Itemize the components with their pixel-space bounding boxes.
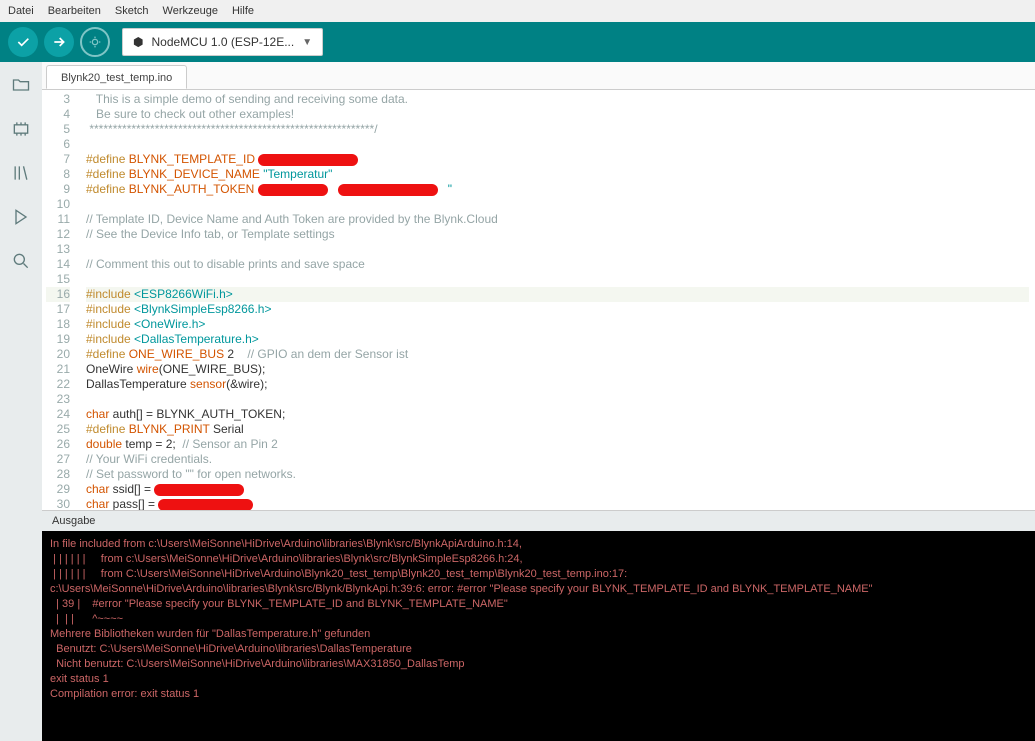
console-line: Compilation error: exit status 1 [50, 687, 1027, 702]
code-line[interactable]: #define BLYNK_PRINT Serial [86, 422, 1029, 437]
menu-sketch[interactable]: Sketch [115, 5, 149, 17]
usb-icon: ⬢ [133, 35, 143, 49]
code-line[interactable]: OneWire wire(ONE_WIRE_BUS); [86, 362, 1029, 377]
code-line[interactable] [86, 197, 1029, 212]
code-line[interactable]: This is a simple demo of sending and rec… [86, 92, 1029, 107]
code-line[interactable]: #include <DallasTemperature.h> [86, 332, 1029, 347]
menubar: Datei Bearbeiten Sketch Werkzeuge Hilfe [0, 0, 1035, 22]
chevron-down-icon: ▼ [302, 37, 312, 48]
verify-button[interactable] [8, 27, 38, 57]
folder-icon[interactable] [10, 74, 32, 96]
board-name: NodeMCU 1.0 (ESP-12E... [151, 35, 294, 49]
search-icon[interactable] [10, 250, 32, 272]
code-line[interactable]: DallasTemperature sensor(&wire); [86, 377, 1029, 392]
board-manager-icon[interactable] [10, 118, 32, 140]
menu-datei[interactable]: Datei [8, 5, 34, 17]
console-line: | 39 | #error "Please specify your BLYNK… [50, 597, 1027, 612]
code-line[interactable]: char pass[] = [86, 497, 1029, 510]
menu-werkzeuge[interactable]: Werkzeuge [163, 5, 218, 17]
console-line: Nicht benutzt: C:\Users\MeiSonne\HiDrive… [50, 657, 1027, 672]
code-line[interactable]: char auth[] = BLYNK_AUTH_TOKEN; [86, 407, 1029, 422]
code-line[interactable] [86, 392, 1029, 407]
menu-bearbeiten[interactable]: Bearbeiten [48, 5, 101, 17]
code-line[interactable]: // Set password to "" for open networks. [86, 467, 1029, 482]
debug-icon[interactable] [10, 206, 32, 228]
code-editor[interactable]: 3456789101112131415161718192021222324252… [42, 90, 1035, 510]
console-line: | | | | | | from c:\Users\MeiSonne\HiDri… [50, 552, 1027, 567]
console-line: c:\Users\MeiSonne\HiDrive\Arduino\librar… [50, 582, 1027, 597]
console-line: Benutzt: C:\Users\MeiSonne\HiDrive\Ardui… [50, 642, 1027, 657]
console-line: | | | | | | from C:\Users\MeiSonne\HiDri… [50, 567, 1027, 582]
code-line[interactable]: ****************************************… [86, 122, 1029, 137]
code-line[interactable]: // Your WiFi credentials. [86, 452, 1029, 467]
output-label: Ausgabe [42, 510, 1035, 531]
menu-hilfe[interactable]: Hilfe [232, 5, 254, 17]
code-line[interactable]: #define ONE_WIRE_BUS 2 // GPIO an dem de… [86, 347, 1029, 362]
code-line[interactable]: #include <ESP8266WiFi.h> [86, 287, 1029, 302]
upload-button[interactable] [44, 27, 74, 57]
console-line: Mehrere Bibliotheken wurden für "DallasT… [50, 627, 1027, 642]
debug-button[interactable] [80, 27, 110, 57]
code-line[interactable] [86, 242, 1029, 257]
code-line[interactable] [86, 137, 1029, 152]
code-line[interactable]: #include <OneWire.h> [86, 317, 1029, 332]
code-line[interactable] [86, 272, 1029, 287]
code-line[interactable]: char ssid[] = [86, 482, 1029, 497]
console-line: exit status 1 [50, 672, 1027, 687]
library-icon[interactable] [10, 162, 32, 184]
board-selector[interactable]: ⬢ NodeMCU 1.0 (ESP-12E... ▼ [122, 28, 323, 56]
tab-file[interactable]: Blynk20_test_temp.ino [46, 65, 187, 89]
toolbar: ⬢ NodeMCU 1.0 (ESP-12E... ▼ [0, 22, 1035, 62]
sidebar [0, 62, 42, 741]
code-line[interactable]: // Comment this out to disable prints an… [86, 257, 1029, 272]
output-console[interactable]: In file included from c:\Users\MeiSonne\… [42, 531, 1035, 741]
console-line: In file included from c:\Users\MeiSonne\… [50, 537, 1027, 552]
tab-bar: Blynk20_test_temp.ino [42, 62, 1035, 90]
code-line[interactable]: #define BLYNK_AUTH_TOKEN " [86, 182, 1029, 197]
code-line[interactable]: Be sure to check out other examples! [86, 107, 1029, 122]
console-line: | | | ^~~~~ [50, 612, 1027, 627]
code-line[interactable]: #include <BlynkSimpleEsp8266.h> [86, 302, 1029, 317]
code-line[interactable]: #define BLYNK_DEVICE_NAME "Temperatur" [86, 167, 1029, 182]
code-line[interactable]: #define BLYNK_TEMPLATE_ID [86, 152, 1029, 167]
code-line[interactable]: double temp = 2; // Sensor an Pin 2 [86, 437, 1029, 452]
code-line[interactable]: // Template ID, Device Name and Auth Tok… [86, 212, 1029, 227]
code-line[interactable]: // See the Device Info tab, or Template … [86, 227, 1029, 242]
